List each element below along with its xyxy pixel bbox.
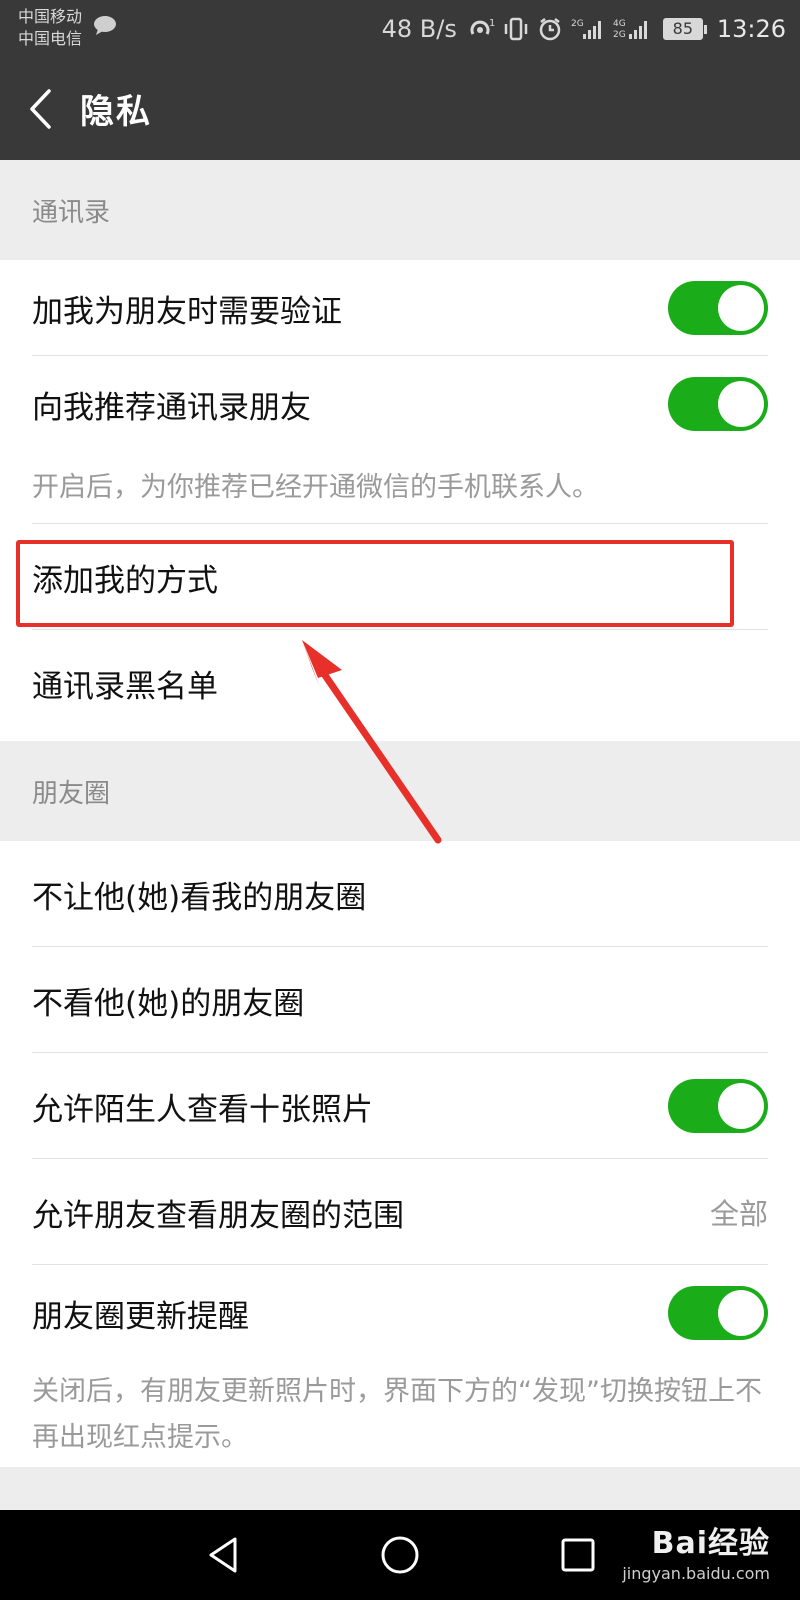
svg-text:4G: 4G <box>613 19 626 29</box>
row-label: 允许陌生人查看十张照片 <box>32 1091 373 1128</box>
verify-friend-toggle[interactable] <box>668 281 768 335</box>
update-note: 关闭后，有朋友更新照片时，界面下方的“发现”切换按钮上不再出现红点提示。 <box>32 1376 762 1453</box>
row-label: 加我为朋友时需要验证 <box>32 293 342 330</box>
back-button[interactable] <box>0 57 80 160</box>
baidu-jingyan-watermark: Bai经验 jingyan.baidu.com <box>622 1518 770 1583</box>
watermark-sub: jingyan.baidu.com <box>622 1564 770 1583</box>
svg-text:2G: 2G <box>571 19 584 29</box>
row-add-me-methods[interactable]: 添加我的方式 <box>0 524 800 630</box>
nav-back-button[interactable] <box>173 1510 273 1600</box>
recents-square-icon <box>561 1538 595 1572</box>
row-label: 向我推荐通讯录朋友 <box>32 389 311 426</box>
clock: 13:26 <box>716 14 786 43</box>
nav-home-button[interactable] <box>350 1510 450 1600</box>
system-nav-bar: Bai经验 jingyan.baidu.com <box>0 1510 800 1600</box>
signal-4g-icon: 4G 2G <box>613 16 655 42</box>
row-recommend-contacts[interactable]: 向我推荐通讯录朋友 <box>0 356 800 452</box>
row-hide-my-moments[interactable]: 不让他(她)看我的朋友圈 <box>0 841 800 947</box>
row-stranger-ten-photos[interactable]: 允许陌生人查看十张照片 <box>0 1053 800 1159</box>
recommend-note-block: 开启后，为你推荐已经开通微信的手机联系人。 <box>0 452 800 524</box>
chevron-left-icon <box>30 88 51 129</box>
hotspot-icon: 1 <box>465 16 495 42</box>
nav-recents-button[interactable] <box>528 1510 628 1600</box>
moments-group: 不让他(她)看我的朋友圈 不看他(她)的朋友圈 允许陌生人查看十张照片 允许朋友… <box>0 841 800 1467</box>
net-speed: 48 B/s <box>381 14 457 43</box>
row-label: 通讯录黑名单 <box>32 668 218 705</box>
vibrate-icon <box>503 16 529 42</box>
battery-icon: 85 <box>662 17 707 40</box>
section-header-moments: 朋友圈 <box>32 778 111 809</box>
svg-text:2G: 2G <box>613 30 626 40</box>
home-circle-icon <box>381 1536 419 1574</box>
stranger-photos-toggle[interactable] <box>668 1079 768 1133</box>
row-label: 添加我的方式 <box>32 562 218 599</box>
row-label: 不让他(她)看我的朋友圈 <box>32 879 367 916</box>
alarm-icon <box>537 16 563 42</box>
carrier-1: 中国移动 <box>18 7 83 26</box>
carrier-info: 中国移动 中国电信 <box>18 6 82 50</box>
watermark-main: Bai经验 <box>651 1526 770 1561</box>
back-triangle-icon <box>209 1537 237 1573</box>
signal-2g-icon: 2G <box>571 16 605 42</box>
row-moments-update-reminder[interactable]: 朋友圈更新提醒 <box>0 1265 800 1361</box>
contacts-group: 加我为朋友时需要验证 向我推荐通讯录朋友 开启后，为你推荐已经开通微信的手机联系… <box>0 260 800 741</box>
update-note-block: 关闭后，有朋友更新照片时，界面下方的“发现”切换按钮上不再出现红点提示。 <box>0 1361 800 1461</box>
chat-icon <box>94 16 116 35</box>
recommend-note: 开启后，为你推荐已经开通微信的手机联系人。 <box>32 472 599 503</box>
moments-range-value: 全部 <box>709 1197 768 1231</box>
page-title: 隐私 <box>80 92 152 132</box>
row-label: 朋友圈更新提醒 <box>32 1298 249 1335</box>
recommend-contacts-toggle[interactable] <box>668 377 768 431</box>
title-bar: 隐私 <box>0 57 800 160</box>
row-label: 不看他(她)的朋友圈 <box>32 985 305 1022</box>
row-hide-their-moments[interactable]: 不看他(她)的朋友圈 <box>0 947 800 1053</box>
row-contacts-blacklist[interactable]: 通讯录黑名单 <box>0 630 800 736</box>
row-label: 允许朋友查看朋友圈的范围 <box>32 1197 404 1234</box>
carrier-2: 中国电信 <box>18 29 83 48</box>
section-header-contacts: 通讯录 <box>32 197 111 228</box>
moments-update-toggle[interactable] <box>668 1286 768 1340</box>
row-verify-friend[interactable]: 加我为朋友时需要验证 <box>0 260 800 356</box>
row-moments-range[interactable]: 允许朋友查看朋友圈的范围 全部 <box>0 1159 800 1265</box>
svg-text:1: 1 <box>489 18 495 29</box>
status-bar: 中国移动 中国电信 48 B/s 1 2G 4G 2G 85 13:26 <box>0 0 800 57</box>
